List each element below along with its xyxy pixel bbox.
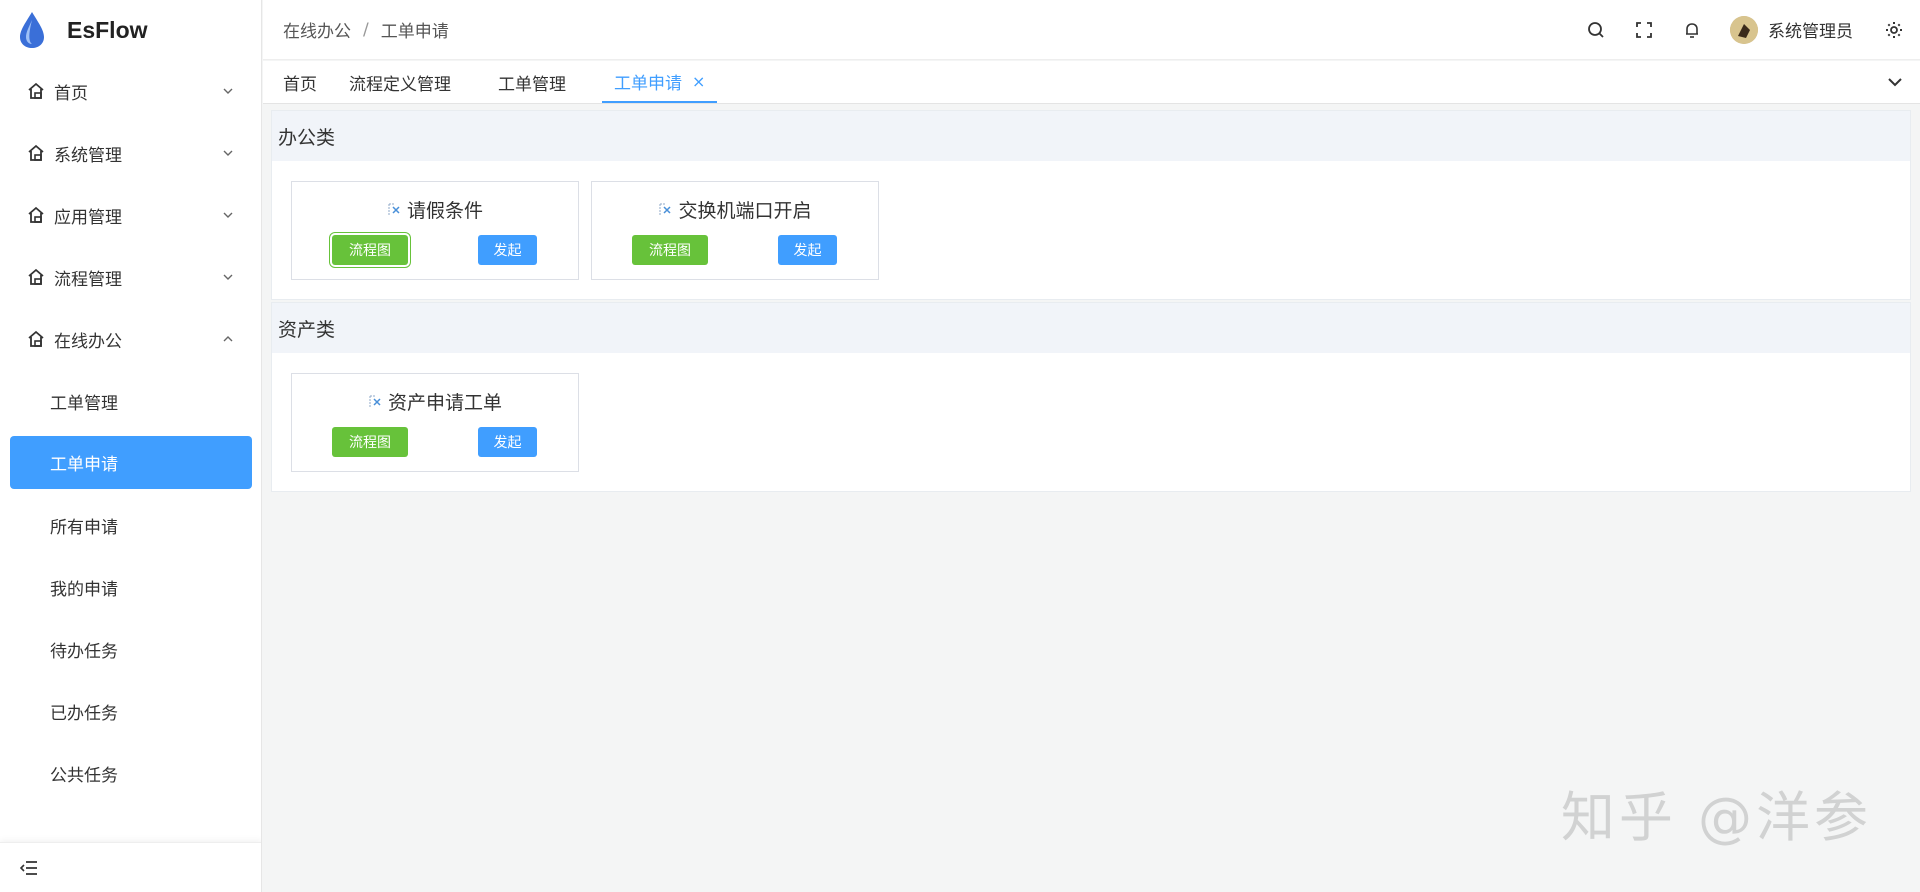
broken-image-icon: [388, 203, 400, 216]
menu-label: 应用管理: [54, 207, 122, 228]
chevron-down-icon: [223, 88, 233, 94]
menu-label: 在线办公: [54, 331, 122, 352]
indent-icon[interactable]: [20, 860, 38, 876]
sidebar-item-my-apply[interactable]: 我的申请: [0, 556, 261, 618]
flowchart-button[interactable]: 流程图: [332, 235, 408, 265]
sidebar-item-todo[interactable]: 待办任务: [0, 618, 261, 680]
menu-app[interactable]: 应用管理: [0, 184, 261, 246]
tab-ticket-apply[interactable]: 工单申请 ×: [602, 61, 718, 103]
process-card: 请假条件 流程图 发起: [291, 181, 579, 280]
bell-icon[interactable]: [1681, 19, 1703, 41]
home-icon: [28, 268, 44, 285]
chevron-down-icon: [223, 150, 233, 156]
tab-ticket-manage[interactable]: 工单管理: [498, 61, 566, 103]
tab-label: 首页: [283, 74, 317, 95]
logo[interactable]: EsFlow: [0, 0, 261, 60]
sidebar-item-public[interactable]: 公共任务: [0, 742, 261, 804]
chevron-up-icon: [223, 336, 233, 342]
group-office: 办公类 请假条件 流程图 发起 交换机端口开启 流程图 发起: [271, 110, 1911, 300]
menu-home[interactable]: 首页: [0, 60, 261, 122]
card-list: 请假条件 流程图 发起 交换机端口开启 流程图 发起: [272, 161, 1910, 299]
search-icon[interactable]: [1585, 19, 1607, 41]
menu-process[interactable]: 流程管理: [0, 246, 261, 308]
fullscreen-icon[interactable]: [1633, 19, 1655, 41]
process-card: 交换机端口开启 流程图 发起: [591, 181, 879, 280]
top-header: 在线办公 / 工单申请 系统管理员: [263, 0, 1920, 60]
card-list: 资产申请工单 流程图 发起: [272, 353, 1910, 491]
broken-image-icon: [659, 203, 672, 216]
group-title: 办公类: [272, 111, 1910, 161]
group-asset: 资产类 资产申请工单 流程图 发起: [271, 302, 1911, 492]
watermark: 知乎 @洋参: [1560, 786, 1872, 849]
card-title-text: 交换机端口开启: [678, 200, 812, 222]
card-title: 资产申请工单: [368, 388, 502, 415]
menu-label: 首页: [54, 83, 88, 104]
home-icon: [28, 144, 44, 161]
tab-label: 流程定义管理: [349, 74, 451, 95]
gear-icon[interactable]: [1884, 20, 1904, 40]
group-title: 资产类: [272, 303, 1910, 353]
home-icon: [28, 82, 44, 99]
tab-home[interactable]: 首页: [283, 61, 317, 103]
main-content: 办公类 请假条件 流程图 发起 交换机端口开启 流程图 发起 资产类 资产申请工…: [271, 110, 1911, 494]
start-button[interactable]: 发起: [478, 427, 537, 457]
card-title-text: 请假条件: [406, 200, 483, 222]
sidebar-item-all-apply[interactable]: 所有申请: [0, 494, 261, 556]
avatar[interactable]: [1730, 15, 1758, 44]
close-icon[interactable]: ×: [692, 72, 705, 91]
sidebar-collapse-bar[interactable]: [0, 842, 261, 892]
header-actions: 系统管理员: [1572, 15, 1920, 44]
tab-process-def[interactable]: 流程定义管理: [349, 61, 451, 103]
process-card: 资产申请工单 流程图 发起: [291, 373, 579, 472]
menu-online-office[interactable]: 在线办公: [0, 308, 261, 370]
sidebar: EsFlow 首页 系统管理 应用管理 流程管理 在线办公 工单管理 工单申请 …: [0, 0, 262, 892]
flowchart-button[interactable]: 流程图: [632, 235, 708, 265]
chevron-down-icon: [223, 212, 233, 218]
breadcrumb-item[interactable]: 在线办公: [283, 17, 351, 42]
tab-bar: 首页 流程定义管理 工单管理 工单申请 ×: [263, 61, 1920, 104]
card-title-text: 资产申请工单: [387, 392, 502, 414]
home-icon: [28, 330, 44, 347]
chevron-down-icon: [223, 274, 233, 280]
start-button[interactable]: 发起: [478, 235, 537, 265]
sidebar-item-ticket-manage[interactable]: 工单管理: [0, 370, 261, 432]
sidebar-item-done[interactable]: 已办任务: [0, 680, 261, 742]
tab-label: 工单管理: [498, 74, 566, 95]
start-button[interactable]: 发起: [778, 235, 837, 265]
menu-system[interactable]: 系统管理: [0, 122, 261, 184]
breadcrumb: 在线办公 / 工单申请: [283, 17, 449, 43]
broken-image-icon: [369, 395, 381, 408]
card-title: 请假条件: [387, 196, 483, 223]
tab-label: 工单申请: [614, 73, 682, 94]
breadcrumb-separator: /: [363, 19, 369, 40]
card-actions: 流程图 发起: [292, 427, 578, 457]
menu-label: 流程管理: [54, 269, 122, 290]
card-title: 交换机端口开启: [658, 196, 812, 223]
card-actions: 流程图 发起: [592, 235, 878, 265]
username[interactable]: 系统管理员: [1768, 17, 1853, 42]
sidebar-item-ticket-apply[interactable]: 工单申请: [10, 436, 252, 489]
card-actions: 流程图 发起: [292, 235, 578, 265]
flowchart-button[interactable]: 流程图: [332, 427, 408, 457]
chevron-down-icon[interactable]: [1886, 73, 1904, 91]
menu-label: 系统管理: [54, 145, 122, 166]
esflow-logo-icon: [20, 12, 44, 48]
home-icon: [28, 206, 44, 223]
breadcrumb-item-current: 工单申请: [380, 22, 449, 42]
app-name: EsFlow: [67, 16, 148, 43]
